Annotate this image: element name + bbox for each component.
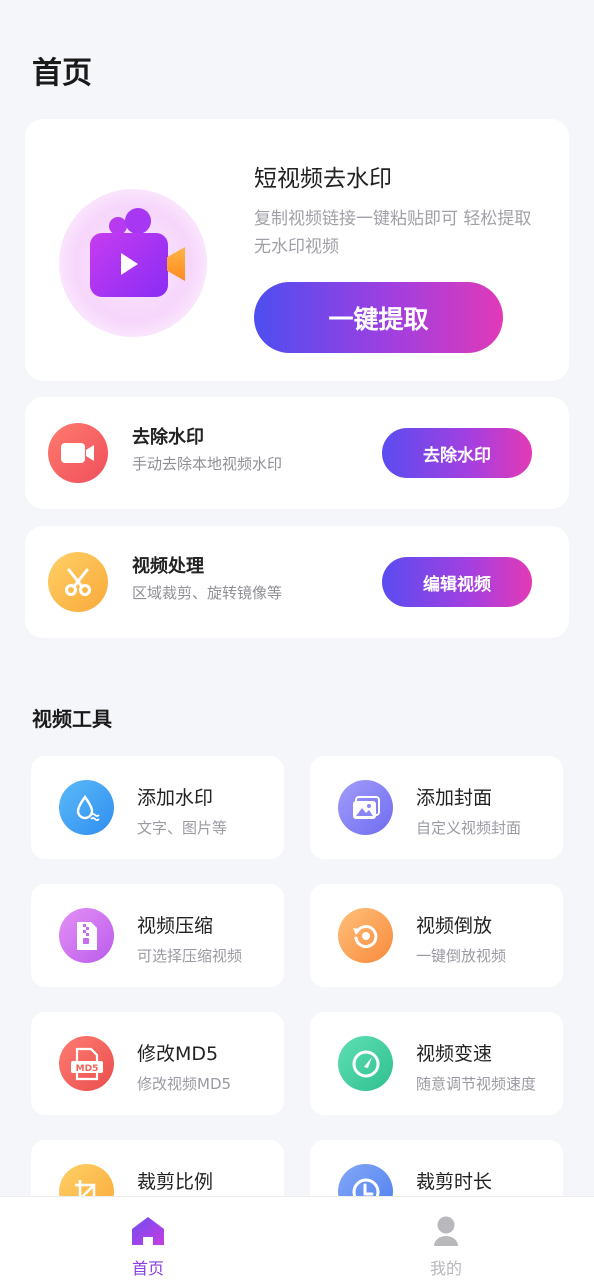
image-cover-icon bbox=[338, 780, 393, 835]
tool-title: 视频变速 bbox=[416, 1043, 493, 1065]
tab-mine[interactable]: 我的 bbox=[386, 1197, 506, 1280]
tool-reverse-video[interactable]: 视频倒放 一键倒放视频 bbox=[310, 884, 563, 987]
feature-card-video-process[interactable]: 视频处理 区域裁剪、旋转镜像等 编辑视频 bbox=[25, 526, 569, 638]
tool-title: 视频倒放 bbox=[416, 915, 493, 937]
tool-description: 自定义视频封面 bbox=[416, 819, 522, 837]
speed-gauge-icon bbox=[338, 1036, 393, 1091]
hero-title: 短视频去水印 bbox=[254, 166, 392, 192]
bottom-tab-bar: 首页 我的 bbox=[0, 1196, 594, 1280]
tool-title: 裁剪时长 bbox=[416, 1171, 493, 1193]
scissors-icon bbox=[48, 552, 108, 612]
tool-modify-md5[interactable]: MD5 修改MD5 修改视频MD5 bbox=[31, 1012, 284, 1115]
feature-description: 手动去除本地视频水印 bbox=[132, 455, 283, 473]
tool-description: 可选择压缩视频 bbox=[137, 947, 243, 965]
feature-title: 去除水印 bbox=[132, 427, 204, 448]
tool-title: 裁剪比例 bbox=[137, 1171, 214, 1193]
section-title: 视频工具 bbox=[32, 707, 112, 731]
tab-label: 首页 bbox=[131, 1259, 164, 1278]
video-camera-icon bbox=[48, 423, 108, 483]
feature-description: 区域裁剪、旋转镜像等 bbox=[132, 584, 283, 602]
svg-text:MD5: MD5 bbox=[75, 1064, 98, 1074]
tool-description: 修改视频MD5 bbox=[137, 1075, 232, 1093]
page-title: 首页 bbox=[32, 56, 92, 91]
feature-card-remove-watermark[interactable]: 去除水印 手动去除本地视频水印 去除水印 bbox=[25, 397, 569, 509]
tool-description: 文字、图片等 bbox=[137, 819, 228, 837]
user-icon bbox=[432, 1215, 460, 1251]
tool-compress-video[interactable]: 视频压缩 可选择压缩视频 bbox=[31, 884, 284, 987]
hero-card: 短视频去水印 复制视频链接一键粘贴即可 轻松提取无水印视频 一键提取 bbox=[25, 119, 569, 381]
tool-add-watermark[interactable]: 添加水印 文字、图片等 bbox=[31, 756, 284, 859]
home-icon bbox=[131, 1215, 165, 1251]
tool-video-speed[interactable]: 视频变速 随意调节视频速度 bbox=[310, 1012, 563, 1115]
tool-description: 随意调节视频速度 bbox=[416, 1075, 537, 1093]
tab-label: 我的 bbox=[429, 1259, 462, 1278]
tool-description: 一键倒放视频 bbox=[416, 947, 507, 965]
feature-title: 视频处理 bbox=[132, 556, 204, 577]
md5-file-icon: MD5 bbox=[59, 1036, 114, 1091]
zip-file-icon bbox=[59, 908, 114, 963]
rewind-circle-icon bbox=[338, 908, 393, 963]
tool-title: 添加水印 bbox=[137, 787, 214, 809]
tab-home[interactable]: 首页 bbox=[88, 1197, 208, 1280]
tool-title: 视频压缩 bbox=[137, 915, 214, 937]
watermark-drop-icon bbox=[59, 780, 114, 835]
tool-title: 添加封面 bbox=[416, 787, 493, 809]
tool-add-cover[interactable]: 添加封面 自定义视频封面 bbox=[310, 756, 563, 859]
extract-button[interactable]: 一键提取 bbox=[254, 282, 503, 353]
tool-title: 修改MD5 bbox=[137, 1043, 219, 1065]
hero-description: 复制视频链接一键粘贴即可 轻松提取无水印视频 bbox=[254, 209, 532, 257]
edit-video-button[interactable]: 编辑视频 bbox=[382, 557, 532, 607]
remove-watermark-button[interactable]: 去除水印 bbox=[382, 428, 532, 478]
